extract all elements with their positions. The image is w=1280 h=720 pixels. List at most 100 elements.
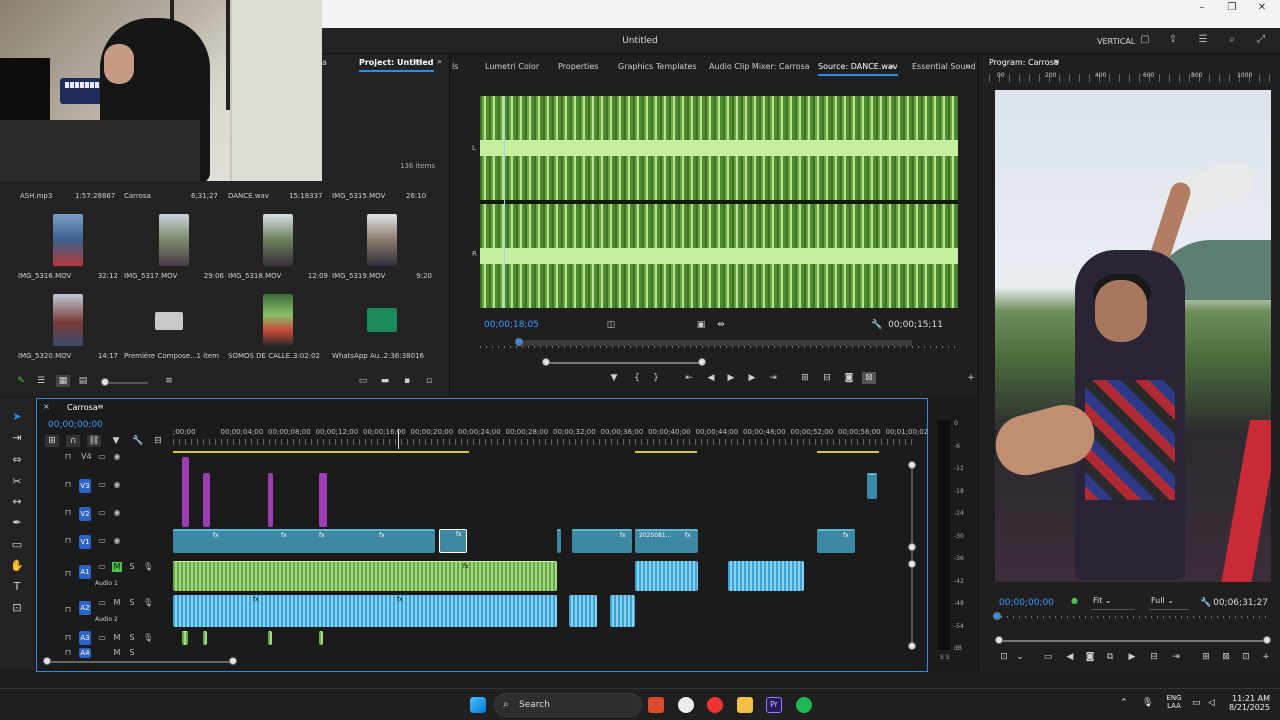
pen-tool-icon[interactable]: ✒ (9, 515, 25, 531)
lock-icon[interactable]: ⊓ (63, 605, 73, 615)
lock-icon[interactable]: ⊓ (63, 536, 73, 546)
eye-icon[interactable]: ◉ (112, 452, 122, 462)
track-label[interactable]: V4 (81, 452, 92, 462)
caption-tool-icon[interactable]: ⊡ (9, 600, 25, 616)
sequence-tab[interactable]: Carrosa (67, 403, 98, 412)
mic-icon[interactable]: 🎙 (1142, 698, 1153, 708)
bin-item-img5317[interactable]: IMG_5317.MOV 29:06 (124, 214, 224, 294)
system-clock[interactable]: 11:21 AM 8/21/2025 (1226, 694, 1270, 712)
track-label[interactable]: V2 (79, 507, 91, 521)
add-icon[interactable]: + (964, 372, 978, 384)
panel-menu-icon[interactable]: ≡ (1053, 57, 1060, 66)
program-timecode[interactable]: 00;00;00;00 (999, 598, 1054, 608)
scroll-start-knob[interactable] (43, 657, 51, 665)
mute-button[interactable]: M (112, 562, 122, 572)
scroll-knob[interactable] (908, 461, 916, 469)
find-icon[interactable]: ▭ (356, 375, 370, 387)
timeline-clip[interactable]: 2025081... fx (635, 529, 698, 553)
track-label[interactable]: A4 (79, 648, 91, 658)
eye-icon[interactable]: ◉ (112, 536, 122, 546)
sync-icon[interactable]: ▭ (97, 562, 107, 572)
wrench-icon[interactable]: 🔧 (131, 435, 145, 447)
rectangle-tool-icon[interactable]: ▭ (9, 537, 25, 553)
audio-clip[interactable] (182, 631, 188, 645)
timeline-timecode[interactable]: 00;00;00;00 (48, 420, 103, 430)
source-timeruler[interactable] (480, 346, 958, 348)
track-select-tool-icon[interactable]: ⇥ (9, 430, 25, 446)
list-view-icon[interactable]: ☰ (34, 375, 48, 387)
play-icon[interactable]: ▶ (724, 372, 738, 384)
search-icon[interactable]: ⌕ (1225, 34, 1239, 48)
new-bin-icon[interactable]: ▬ (378, 375, 392, 387)
tab-lumetri-color[interactable]: Lumetri Color (485, 62, 539, 71)
sync-icon[interactable]: ▭ (97, 480, 107, 490)
bin-item-folder[interactable]: Première Compose... 1 item (124, 294, 224, 374)
spotify-icon[interactable] (796, 697, 812, 713)
timeline-clip[interactable]: fx (817, 529, 855, 553)
audio-clip[interactable] (203, 631, 207, 645)
camera-icon[interactable]: ◙ (842, 372, 856, 384)
scroll-knob[interactable] (908, 642, 916, 650)
network-icon[interactable]: ▭ (1192, 698, 1201, 708)
panel-menu-icon[interactable]: ≡ (414, 57, 421, 66)
selection-tool-icon[interactable]: ➤ (9, 409, 25, 425)
trash-icon[interactable]: ▫ (422, 375, 436, 387)
bin-item-img5319[interactable]: IMG_5319.MOV 9:20 (332, 214, 432, 294)
bin-item-img5316[interactable]: IMG_5316.MOV 32:12 (18, 214, 118, 294)
lock-icon[interactable]: ⊓ (63, 633, 73, 643)
timeline-clip[interactable] (319, 473, 327, 527)
sort-icon[interactable]: ≡ (162, 375, 176, 387)
lock-icon[interactable]: ⊓ (63, 508, 73, 518)
audio-clip[interactable] (728, 561, 804, 591)
icon-view-icon[interactable]: ▦ (56, 375, 70, 387)
camera-icon[interactable]: ◙ (1083, 651, 1097, 663)
sync-icon[interactable]: ▭ (97, 452, 107, 462)
volume-icon[interactable]: ◁ (1208, 698, 1215, 708)
mic-icon[interactable]: 🎙 (143, 633, 153, 643)
bin-item-img5318[interactable]: IMG_5318.MOV 12:09 (228, 214, 328, 294)
workspace-label[interactable]: VERTICAL (1097, 37, 1135, 46)
menu-icon[interactable]: ☰ (1196, 34, 1210, 48)
timeline-clip[interactable]: fx (572, 529, 632, 553)
multicam-icon[interactable]: ⧉ (1103, 651, 1117, 663)
timeline-ruler[interactable] (173, 439, 913, 445)
restore-button[interactable]: ❐ (1218, 2, 1246, 16)
vertical-scrollbar[interactable] (911, 465, 913, 647)
tab-audio-clip-mixer[interactable]: Audio Clip Mixer: Carrosa (709, 62, 810, 71)
linked-selection-icon[interactable]: ⛓ (87, 435, 101, 447)
freeform-view-icon[interactable]: ▤ (76, 375, 90, 387)
solo-button[interactable]: S (127, 562, 137, 572)
lift-icon[interactable]: ⊞ (1199, 651, 1213, 663)
export-frame-icon[interactable]: ⊡ (1239, 651, 1253, 663)
add-marker-icon[interactable]: ▼ (109, 435, 123, 447)
mark-out-icon[interactable]: } (649, 372, 663, 384)
captions-icon[interactable]: ⊟ (151, 435, 165, 447)
new-item-icon[interactable]: ▪ (400, 375, 414, 387)
close-icon[interactable]: × (43, 402, 50, 411)
sync-icon[interactable]: ▭ (97, 536, 107, 546)
out-point-knob[interactable] (698, 358, 706, 366)
scroll-knob[interactable] (908, 560, 916, 568)
mute-button[interactable]: M (112, 598, 122, 608)
eye-icon[interactable]: ◉ (112, 508, 122, 518)
lock-icon[interactable]: ⊓ (63, 569, 73, 579)
in-point-knob[interactable] (542, 358, 550, 366)
timeline-clip[interactable]: fx fx fx fx (173, 529, 435, 553)
step-forward-icon[interactable]: ▶ (745, 372, 759, 384)
step-back-icon[interactable]: ◀ (704, 372, 718, 384)
step-forward-icon[interactable]: ⇥ (1169, 651, 1183, 663)
mic-icon[interactable]: 🎙 (143, 598, 153, 608)
drag-video-icon[interactable]: ▣ (694, 319, 708, 331)
fit-icon[interactable]: ◫ (604, 319, 618, 331)
chevron-right-icon[interactable]: » (437, 57, 442, 66)
file-explorer-icon[interactable] (737, 697, 753, 713)
audio-clip[interactable] (635, 561, 698, 591)
windows-start-icon[interactable] (470, 697, 486, 713)
track-label[interactable]: V3 (79, 479, 91, 493)
timeline-clip-selected[interactable]: fx (439, 529, 467, 553)
solo-button[interactable]: S (127, 598, 137, 608)
mark-in-icon[interactable]: { (630, 372, 644, 384)
tab-effects[interactable]: ls (452, 62, 458, 71)
hand-tool-icon[interactable]: ✋ (9, 558, 25, 574)
program-playhead-knob[interactable] (993, 612, 1001, 620)
